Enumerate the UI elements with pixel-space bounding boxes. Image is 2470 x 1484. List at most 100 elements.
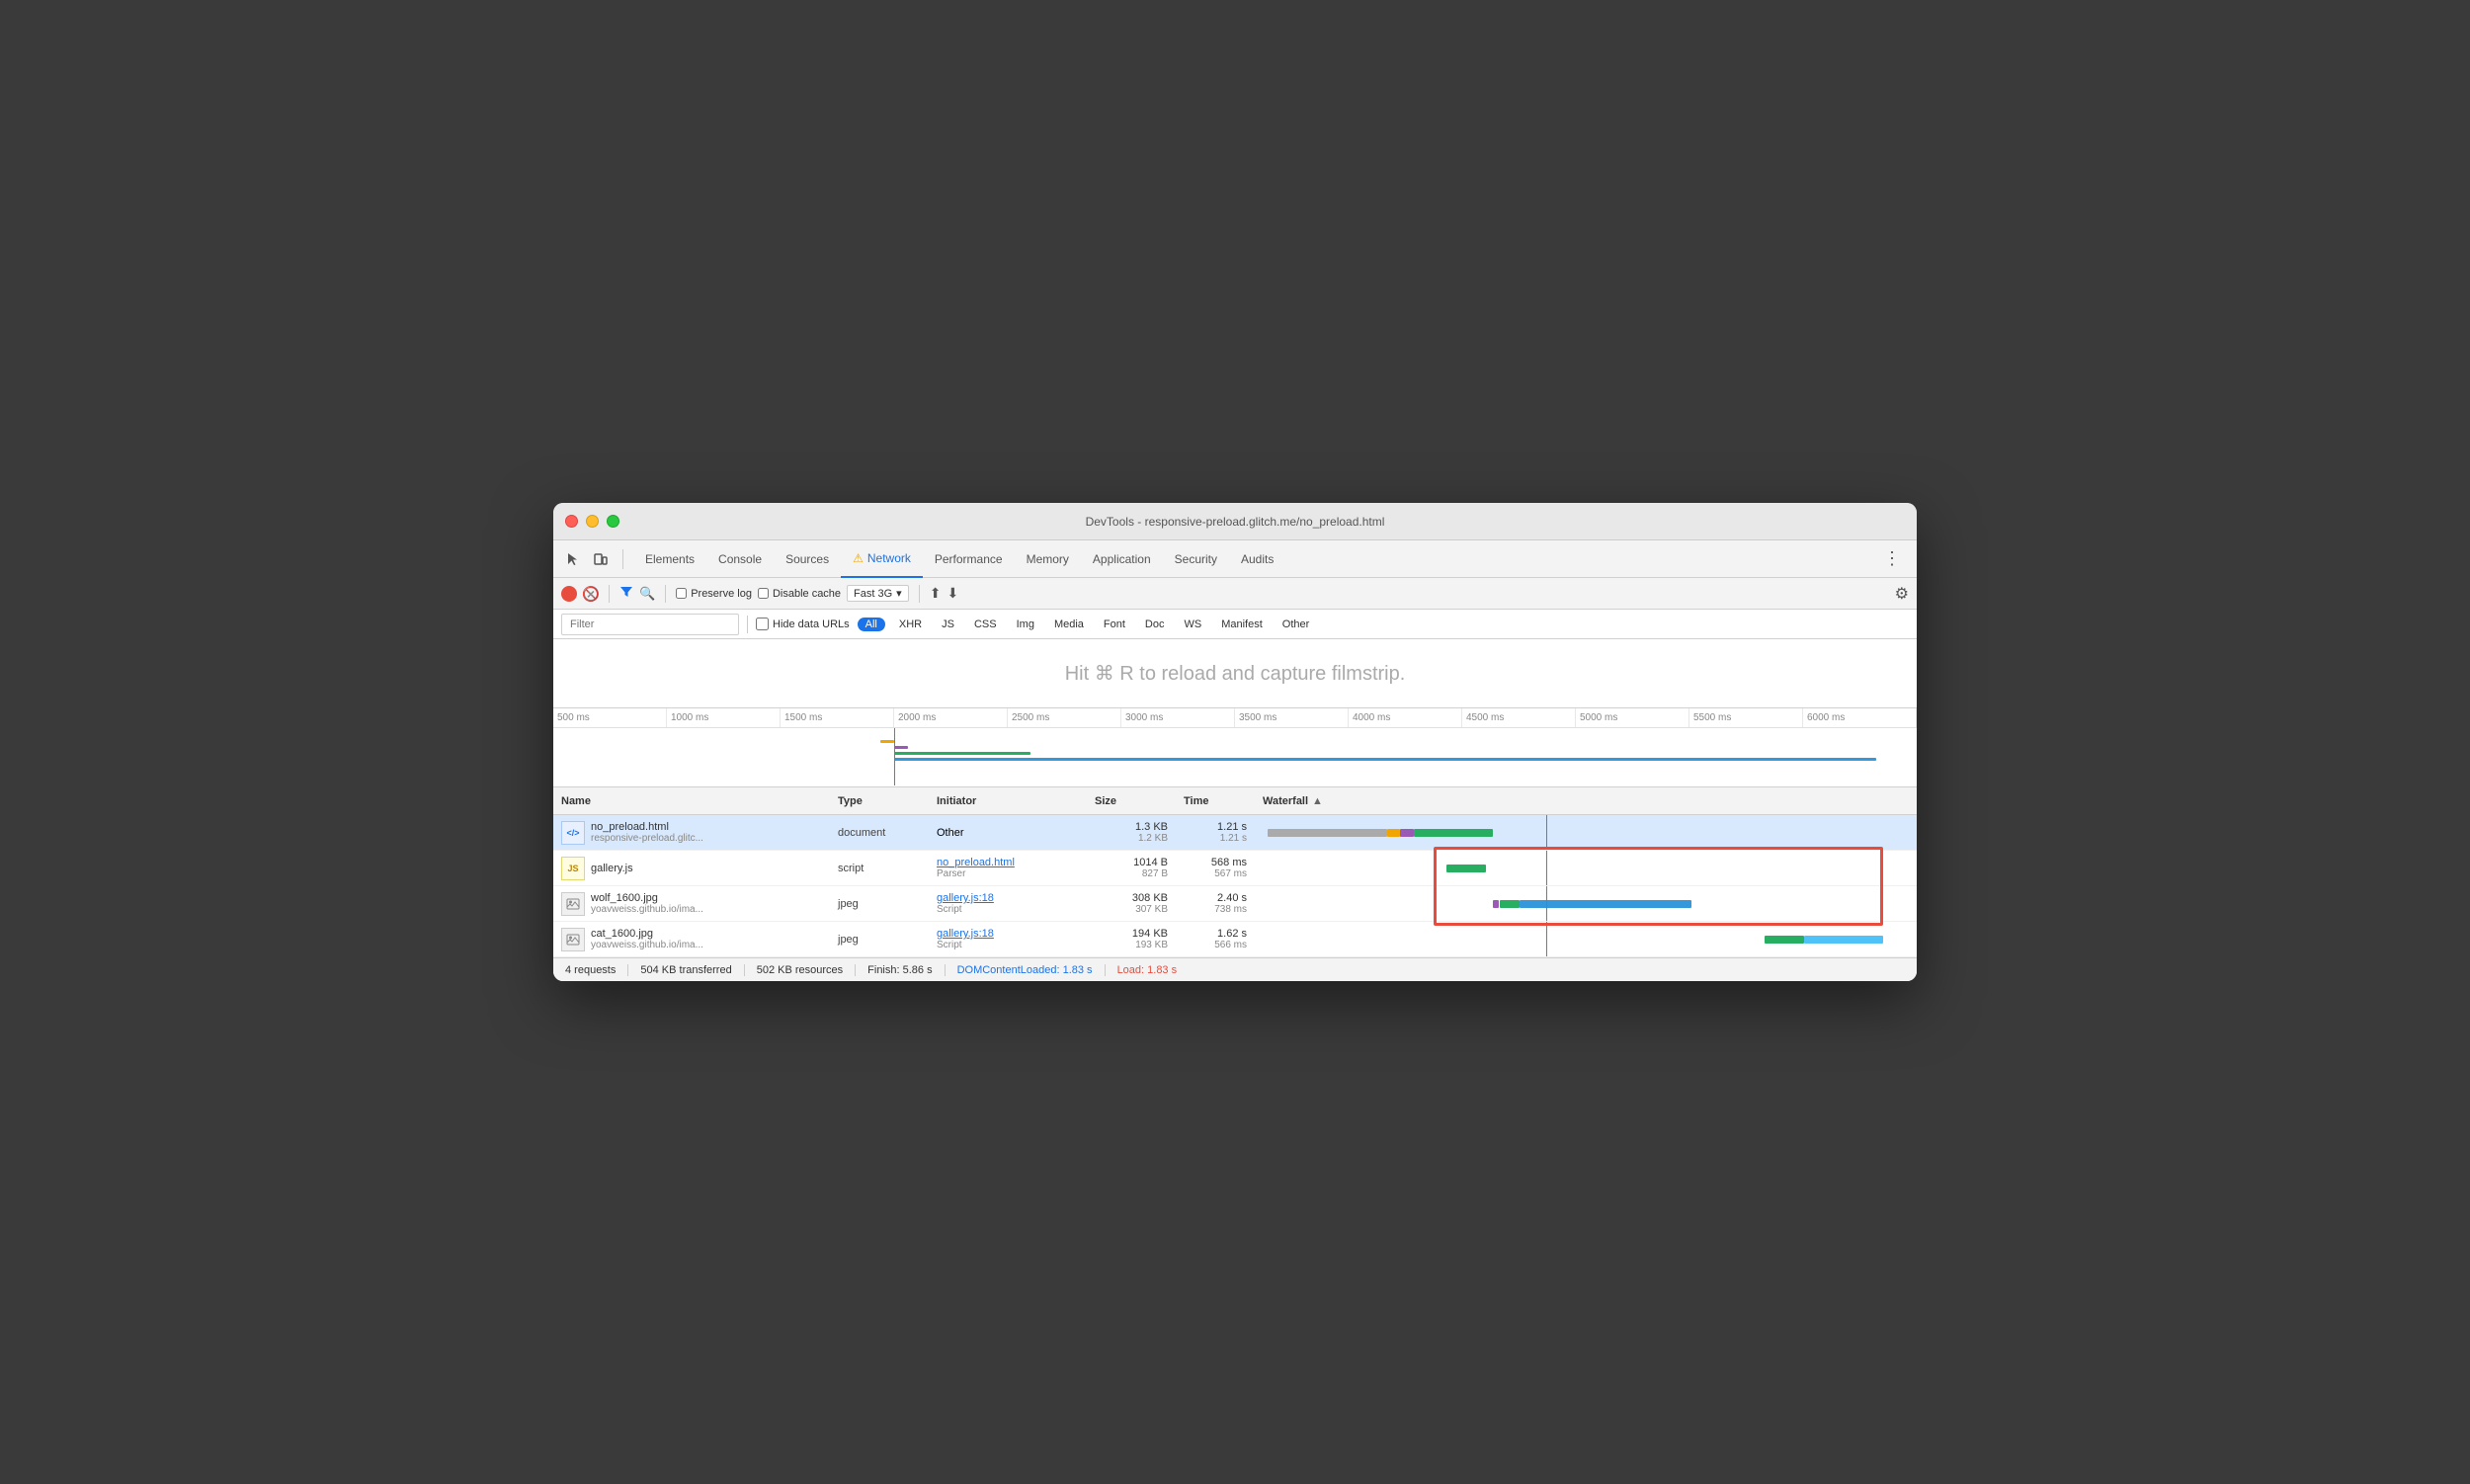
waterfall-vline-4	[1546, 922, 1547, 956]
file-icon-img-wolf	[561, 892, 585, 916]
tab-performance[interactable]: Performance	[923, 540, 1015, 578]
row-time-2: 568 ms 567 ms	[1176, 851, 1255, 885]
wf-bar-green-2	[1446, 865, 1486, 872]
search-icon[interactable]: 🔍	[639, 586, 655, 602]
top-toolbar: Elements Console Sources Network Perform…	[553, 540, 1917, 578]
row-size-3: 308 KB 307 KB	[1087, 886, 1176, 921]
fullscreen-button[interactable]	[607, 515, 619, 528]
filter-js-button[interactable]: JS	[936, 618, 960, 631]
name-text-3: wolf_1600.jpg yoavweiss.github.io/ima...	[591, 892, 703, 915]
status-transferred: 504 KB transferred	[640, 964, 744, 976]
tab-security[interactable]: Security	[1163, 540, 1229, 578]
filmstrip-hint: Hit ⌘ R to reload and capture filmstrip.	[1065, 661, 1406, 686]
filter-icon[interactable]	[619, 585, 633, 602]
titlebar: DevTools - responsive-preload.glitch.me/…	[553, 503, 1917, 540]
device-toolbar-icon[interactable]	[589, 547, 613, 571]
filter-manifest-button[interactable]: Manifest	[1215, 618, 1269, 631]
tab-console[interactable]: Console	[706, 540, 774, 578]
table-row[interactable]: cat_1600.jpg yoavweiss.github.io/ima... …	[553, 922, 1917, 957]
throttle-select[interactable]: Fast 3G ▾	[847, 585, 909, 602]
network-table: Name Type Initiator Size Time Waterfall …	[553, 787, 1917, 957]
row-initiator-2: no_preload.html Parser	[929, 851, 1087, 885]
row-type-4: jpeg	[830, 922, 929, 956]
upload-icon[interactable]: ⬆	[930, 585, 942, 602]
filter-css-button[interactable]: CSS	[968, 618, 1003, 631]
tick-1500: 1500 ms	[781, 708, 894, 727]
row-name-3: wolf_1600.jpg yoavweiss.github.io/ima...	[553, 886, 830, 921]
timeline-bars	[553, 728, 1917, 785]
header-type: Type	[830, 795, 929, 807]
row-waterfall-2	[1255, 851, 1917, 885]
more-tabs-button[interactable]: ⋮	[1875, 548, 1909, 569]
tick-2000: 2000 ms	[894, 708, 1008, 727]
select-tool-icon[interactable]	[561, 547, 585, 571]
row-initiator-1: Other	[929, 815, 1087, 850]
waterfall-vline-3	[1546, 886, 1547, 921]
row-waterfall-1	[1255, 815, 1917, 850]
header-waterfall: Waterfall ▲	[1255, 795, 1917, 807]
preserve-log-checkbox[interactable]: Preserve log	[676, 588, 752, 600]
timeline-area: 500 ms 1000 ms 1500 ms 2000 ms 2500 ms 3…	[553, 708, 1917, 787]
timeline-bar-orange	[880, 740, 894, 743]
row-name-4: cat_1600.jpg yoavweiss.github.io/ima...	[553, 922, 830, 956]
waterfall-vline-1	[1546, 815, 1547, 850]
download-icon[interactable]: ⬇	[947, 585, 958, 602]
filter-all-button[interactable]: All	[858, 618, 885, 631]
record-button[interactable]	[561, 586, 577, 602]
row-type-2: script	[830, 851, 929, 885]
filter-doc-button[interactable]: Doc	[1139, 618, 1171, 631]
minimize-button[interactable]	[586, 515, 599, 528]
close-button[interactable]	[565, 515, 578, 528]
row-time-1: 1.21 s 1.21 s	[1176, 815, 1255, 850]
network-toolbar: 🚫 🔍 Preserve log Disable cache Fast 3G ▾	[553, 578, 1917, 610]
settings-icon[interactable]: ⚙	[1895, 584, 1909, 604]
header-time: Time	[1176, 795, 1255, 807]
table-row[interactable]: </> no_preload.html responsive-preload.g…	[553, 815, 1917, 851]
tick-1000: 1000 ms	[667, 708, 781, 727]
row-size-1: 1.3 KB 1.2 KB	[1087, 815, 1176, 850]
tick-6000: 6000 ms	[1803, 708, 1917, 727]
tab-application[interactable]: Application	[1081, 540, 1163, 578]
filter-ws-button[interactable]: WS	[1178, 618, 1207, 631]
hide-data-urls-checkbox[interactable]: Hide data URLs	[756, 618, 850, 630]
name-text-2: gallery.js	[591, 863, 633, 874]
traffic-lights	[565, 515, 619, 528]
filter-font-button[interactable]: Font	[1098, 618, 1131, 631]
status-load: Load: 1.83 s	[1117, 964, 1190, 976]
tab-elements[interactable]: Elements	[633, 540, 706, 578]
clear-button[interactable]: 🚫	[583, 586, 599, 602]
filter-other-button[interactable]: Other	[1276, 618, 1316, 631]
row-type-3: jpeg	[830, 886, 929, 921]
tick-2500: 2500 ms	[1008, 708, 1121, 727]
wf-bar-green-3	[1500, 900, 1520, 908]
toolbar-separator-1	[622, 549, 623, 569]
waterfall-vline-2	[1546, 851, 1547, 885]
status-dom-content-loaded: DOMContentLoaded: 1.83 s	[957, 964, 1106, 976]
file-icon-html: </>	[561, 821, 585, 845]
filter-input[interactable]	[561, 614, 739, 635]
name-text-1: no_preload.html responsive-preload.glitc…	[591, 821, 703, 844]
disable-cache-checkbox[interactable]: Disable cache	[758, 588, 841, 600]
tab-sources[interactable]: Sources	[774, 540, 841, 578]
main-tabs: Elements Console Sources Network Perform…	[633, 540, 1285, 577]
table-row[interactable]: JS gallery.js script no_preload.html Par…	[553, 851, 1917, 886]
filter-media-button[interactable]: Media	[1048, 618, 1090, 631]
filter-img-button[interactable]: Img	[1011, 618, 1040, 631]
window-title: DevTools - responsive-preload.glitch.me/…	[1086, 515, 1385, 529]
timeline-ruler: 500 ms 1000 ms 1500 ms 2000 ms 2500 ms 3…	[553, 708, 1917, 728]
wf-dot-purple	[1493, 900, 1498, 908]
status-bar: 4 requests 504 KB transferred 502 KB res…	[553, 957, 1917, 981]
row-name-2: JS gallery.js	[553, 851, 830, 885]
filter-xhr-button[interactable]: XHR	[893, 618, 928, 631]
row-time-4: 1.62 s 566 ms	[1176, 922, 1255, 956]
table-header: Name Type Initiator Size Time Waterfall …	[553, 787, 1917, 815]
tab-memory[interactable]: Memory	[1015, 540, 1081, 578]
tab-audits[interactable]: Audits	[1229, 540, 1285, 578]
tab-network[interactable]: Network	[841, 540, 923, 578]
tick-500: 500 ms	[553, 708, 667, 727]
header-name: Name	[553, 795, 830, 807]
status-requests: 4 requests	[565, 964, 628, 976]
table-row[interactable]: wolf_1600.jpg yoavweiss.github.io/ima...…	[553, 886, 1917, 922]
filter-separator	[747, 616, 748, 633]
sort-arrow: ▲	[1312, 795, 1323, 807]
